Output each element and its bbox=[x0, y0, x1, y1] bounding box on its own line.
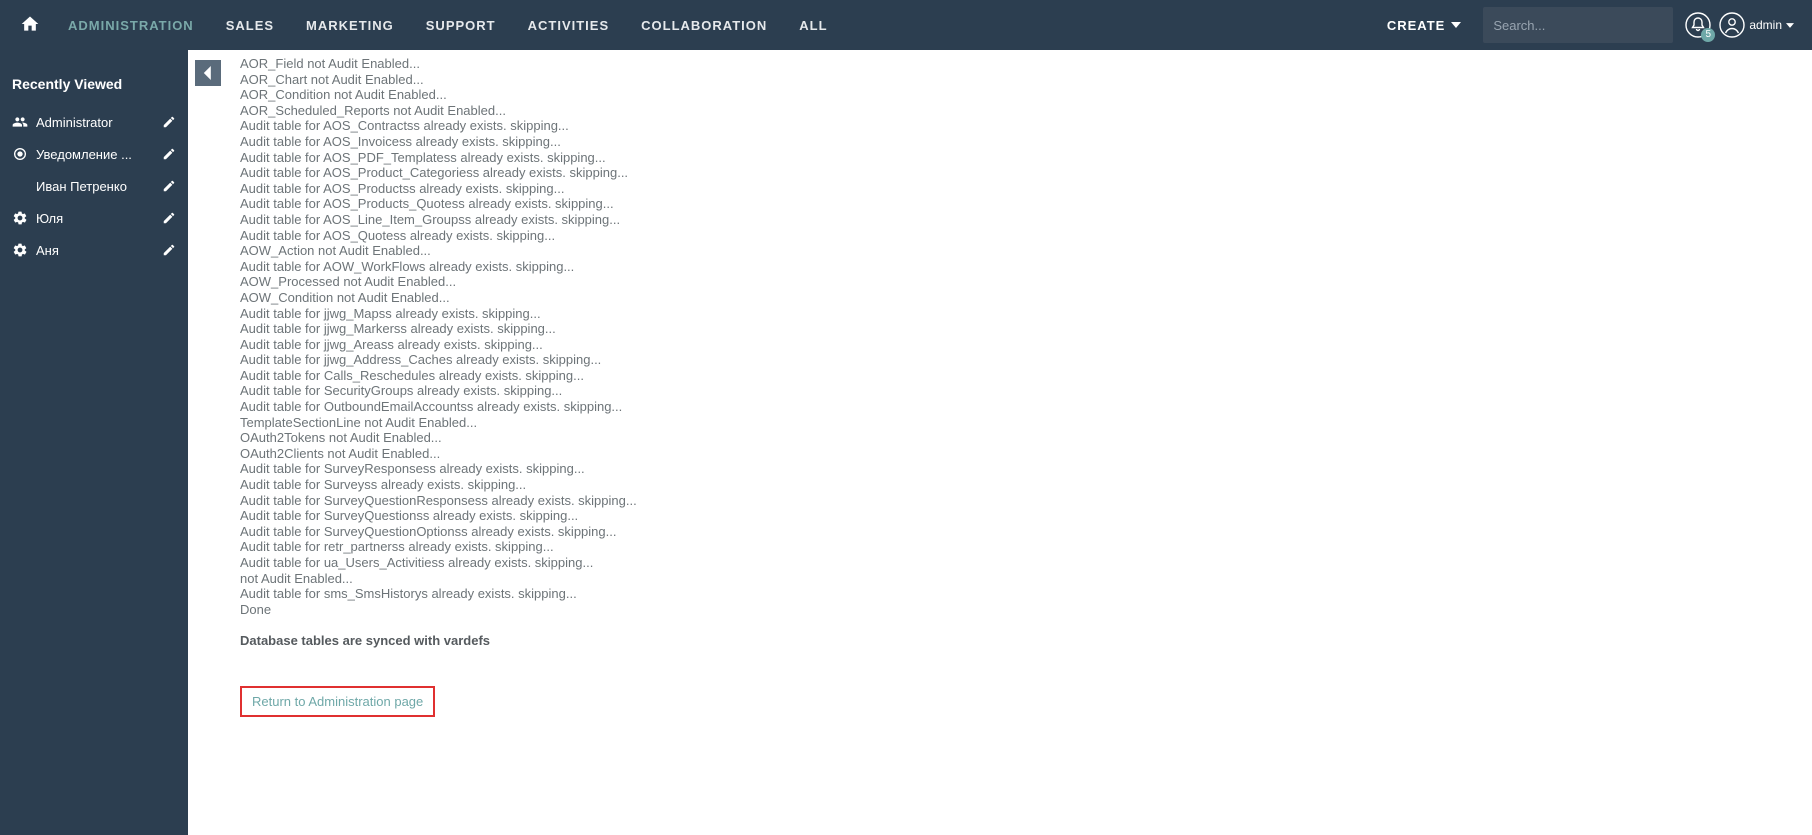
log-line: Audit table for OutboundEmailAccountss a… bbox=[240, 399, 1812, 415]
log-line: AOR_Scheduled_Reports not Audit Enabled.… bbox=[240, 103, 1812, 119]
log-line: Audit table for ua_Users_Activitiess alr… bbox=[240, 555, 1812, 571]
search-box[interactable] bbox=[1483, 7, 1673, 43]
log-line: AOR_Chart not Audit Enabled... bbox=[240, 72, 1812, 88]
log-line: OAuth2Tokens not Audit Enabled... bbox=[240, 430, 1812, 446]
pencil-icon[interactable] bbox=[162, 179, 176, 193]
nav-tab-all[interactable]: ALL bbox=[783, 0, 843, 50]
nav-tab-activities[interactable]: ACTIVITIES bbox=[512, 0, 626, 50]
log-line: AOW_Processed not Audit Enabled... bbox=[240, 274, 1812, 290]
pencil-icon[interactable] bbox=[162, 147, 176, 161]
log-line: OAuth2Clients not Audit Enabled... bbox=[240, 446, 1812, 462]
user-icon bbox=[1719, 12, 1745, 38]
log-line: Audit table for SecurityGroups already e… bbox=[240, 383, 1812, 399]
user-menu[interactable]: admin bbox=[1719, 12, 1794, 38]
sidebar-title: Recently Viewed bbox=[0, 66, 188, 106]
nav-tab-support[interactable]: SUPPORT bbox=[410, 0, 512, 50]
sidebar-item-anya[interactable]: Аня bbox=[0, 234, 188, 266]
sidebar-item-label: Уведомление ... bbox=[36, 147, 154, 162]
log-line: AOW_Action not Audit Enabled... bbox=[240, 243, 1812, 259]
log-line: TemplateSectionLine not Audit Enabled... bbox=[240, 415, 1812, 431]
log-line: Audit table for AOS_Contractss already e… bbox=[240, 118, 1812, 134]
status-line: Database tables are synced with vardefs bbox=[240, 633, 1812, 648]
nav-tab-collaboration[interactable]: COLLABORATION bbox=[625, 0, 783, 50]
log-line: AOR_Field not Audit Enabled... bbox=[240, 56, 1812, 72]
pencil-icon[interactable] bbox=[162, 243, 176, 257]
nav-tabs: ADMINISTRATION SALES MARKETING SUPPORT A… bbox=[52, 0, 844, 50]
log-line: Audit table for AOS_Line_Item_Groupss al… bbox=[240, 212, 1812, 228]
target-icon bbox=[12, 146, 28, 162]
log-line: Audit table for SurveyQuestionResponsess… bbox=[240, 493, 1812, 509]
log-line: Audit table for jjwg_Address_Caches alre… bbox=[240, 352, 1812, 368]
log-line: Audit table for SurveyResponsess already… bbox=[240, 461, 1812, 477]
notifications-button[interactable]: 5 bbox=[1683, 10, 1713, 40]
return-to-admin-link[interactable]: Return to Administration page bbox=[240, 686, 435, 717]
log-line: Audit table for jjwg_Areass already exis… bbox=[240, 337, 1812, 353]
pencil-icon[interactable] bbox=[162, 115, 176, 129]
log-line: Audit table for AOS_Invoicess already ex… bbox=[240, 134, 1812, 150]
log-line: Audit table for SurveyQuestionss already… bbox=[240, 508, 1812, 524]
sidebar-item-label: Administrator bbox=[36, 115, 154, 130]
log-line: Audit table for AOS_Quotess already exis… bbox=[240, 228, 1812, 244]
chevron-down-icon bbox=[1451, 22, 1461, 28]
log-line: Done bbox=[240, 602, 1812, 618]
sidebar-item-administrator[interactable]: Administrator bbox=[0, 106, 188, 138]
log-line: Audit table for AOW_WorkFlows already ex… bbox=[240, 259, 1812, 275]
sidebar-item-ivan[interactable]: Иван Петренко bbox=[0, 170, 188, 202]
sidebar-item-yulya[interactable]: Юля bbox=[0, 202, 188, 234]
log-line: Audit table for sms_SmsHistorys already … bbox=[240, 586, 1812, 602]
log-line: Audit table for jjwg_Markerss already ex… bbox=[240, 321, 1812, 337]
log-line: Audit table for Surveyss already exists.… bbox=[240, 477, 1812, 493]
home-icon[interactable] bbox=[20, 14, 42, 36]
log-line: Audit table for AOS_Productss already ex… bbox=[240, 181, 1812, 197]
log-line: Audit table for Calls_Reschedules alread… bbox=[240, 368, 1812, 384]
search-input[interactable] bbox=[1493, 18, 1669, 33]
log-line: Audit table for SurveyQuestionOptionss a… bbox=[240, 524, 1812, 540]
log-line: Audit table for AOS_Product_Categoriess … bbox=[240, 165, 1812, 181]
log-line: not Audit Enabled... bbox=[240, 571, 1812, 587]
sidebar-item-label: Юля bbox=[36, 211, 154, 226]
gear-icon bbox=[12, 242, 28, 258]
top-navbar: ADMINISTRATION SALES MARKETING SUPPORT A… bbox=[0, 0, 1812, 50]
log-line: AOR_Condition not Audit Enabled... bbox=[240, 87, 1812, 103]
chevron-down-icon bbox=[1786, 23, 1794, 28]
log-line: Audit table for retr_partnerss already e… bbox=[240, 539, 1812, 555]
create-button[interactable]: CREATE bbox=[1373, 18, 1475, 33]
gear-icon bbox=[12, 210, 28, 226]
log-line: Audit table for AOS_Products_Quotess alr… bbox=[240, 196, 1812, 212]
nav-tab-marketing[interactable]: MARKETING bbox=[290, 0, 410, 50]
sidebar-item-label: Иван Петренко bbox=[36, 179, 154, 194]
sidebar: Recently Viewed Administrator Уведомлени… bbox=[0, 50, 188, 835]
blank-icon bbox=[12, 178, 28, 194]
username-label: admin bbox=[1749, 18, 1782, 32]
log-line: Audit table for jjwg_Mapss already exist… bbox=[240, 306, 1812, 322]
pencil-icon[interactable] bbox=[162, 211, 176, 225]
nav-tab-administration[interactable]: ADMINISTRATION bbox=[52, 0, 210, 50]
people-icon bbox=[12, 114, 28, 130]
notification-badge: 5 bbox=[1701, 28, 1715, 42]
sidebar-item-notification[interactable]: Уведомление ... bbox=[0, 138, 188, 170]
nav-tab-sales[interactable]: SALES bbox=[210, 0, 290, 50]
log-line: Audit table for AOS_PDF_Templatess alrea… bbox=[240, 150, 1812, 166]
log-output: AOR_Field not Audit Enabled...AOR_Chart … bbox=[240, 50, 1812, 617]
sidebar-item-label: Аня bbox=[36, 243, 154, 258]
main-content: AOR_Field not Audit Enabled...AOR_Chart … bbox=[188, 50, 1812, 835]
log-line: AOW_Condition not Audit Enabled... bbox=[240, 290, 1812, 306]
